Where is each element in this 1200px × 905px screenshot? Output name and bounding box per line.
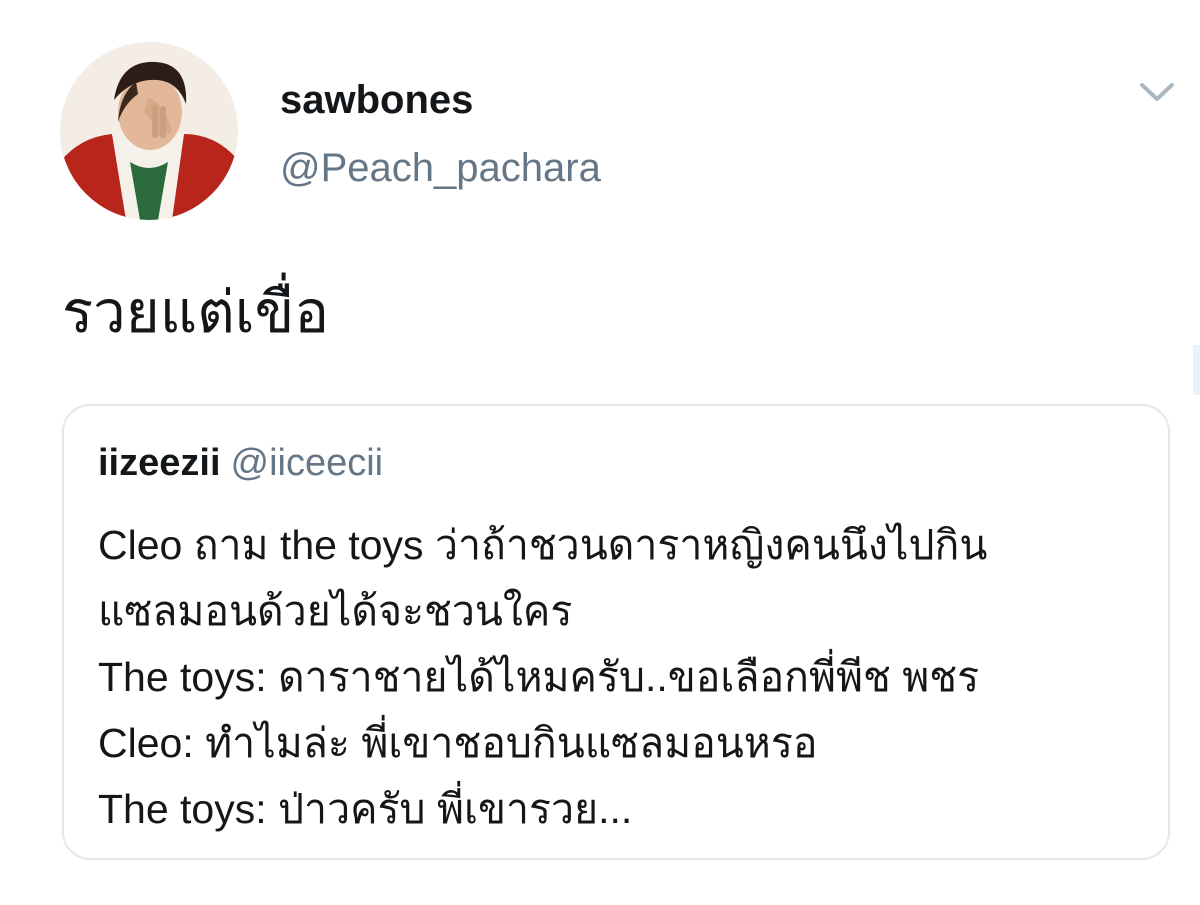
- quoted-tweet-line: Cleo ถาม the toys ว่าถ้าชวนดาราหญิงคนนึง…: [98, 522, 988, 568]
- quoted-tweet-line: The toys: ป่าวครับ พี่เขารวย...: [98, 786, 633, 832]
- quoted-author-display-name: iizeezii: [98, 442, 221, 484]
- quoted-tweet-text: Cleo ถาม the toys ว่าถ้าชวนดาราหญิงคนนึง…: [98, 512, 1158, 842]
- scroll-edge-indicator: [1193, 345, 1200, 395]
- quoted-author-handle: @iiceecii: [230, 442, 384, 484]
- quoted-tweet-header: iizeezii @iiceecii: [98, 442, 383, 485]
- quoted-tweet-card[interactable]: iizeezii @iiceecii Cleo ถาม the toys ว่าถ…: [62, 404, 1170, 860]
- tweet: sawbones @Peach_pachara รวยแต่เขื่อ iize…: [0, 0, 1200, 905]
- avatar-image: [60, 42, 238, 220]
- author-handle[interactable]: @Peach_pachara: [280, 146, 601, 191]
- chevron-down-icon[interactable]: [1136, 74, 1178, 108]
- author-display-name[interactable]: sawbones: [280, 78, 473, 123]
- quoted-tweet-line: แซลมอนด้วยได้จะชวนใคร: [98, 588, 573, 634]
- quoted-tweet-line: Cleo: ทำไมล่ะ พี่เขาชอบกินแซลมอนหรอ: [98, 720, 818, 766]
- quoted-tweet-line: The toys: ดาราชายได้ไหมครับ..ขอเลือกพี่พ…: [98, 654, 980, 700]
- tweet-text: รวยแต่เขื่อ: [62, 280, 330, 345]
- avatar[interactable]: [60, 42, 238, 220]
